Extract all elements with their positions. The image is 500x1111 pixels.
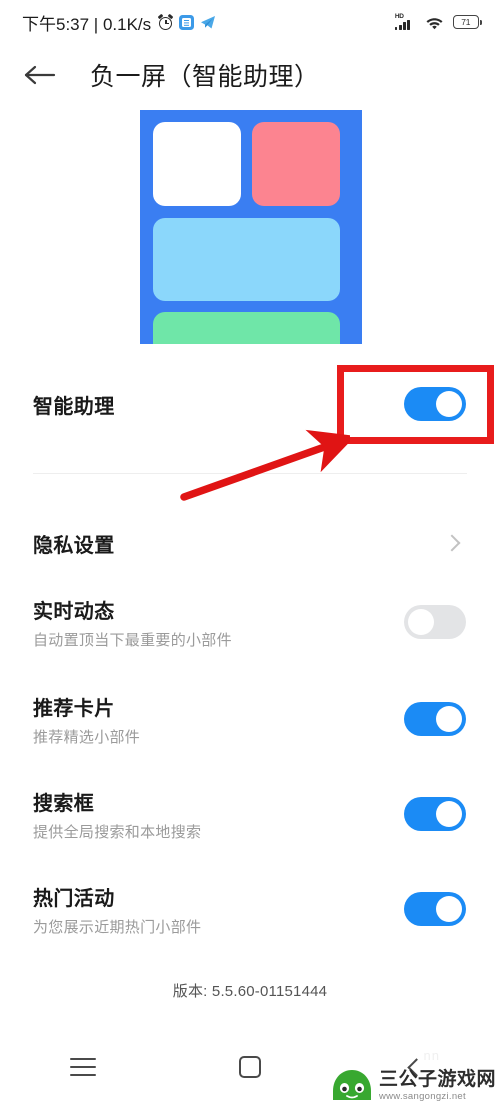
setting-row-hot-activities[interactable]: 热门活动 为您展示近期热门小部件 <box>0 880 500 938</box>
battery-icon: 71 <box>452 15 482 29</box>
version-label: 版本: 5.5.60-01151444 <box>172 983 328 1000</box>
setting-row-search-box[interactable]: 搜索框 提供全局搜索和本地搜索 <box>0 785 500 843</box>
setting-row-recommended-cards[interactable]: 推荐卡片 推荐精选小部件 <box>0 690 500 748</box>
toggle-hot-activities[interactable] <box>404 892 466 926</box>
setting-subtitle-hot-activities: 为您展示近期热门小部件 <box>33 918 202 936</box>
setting-row-search-box-texts: 搜索框 提供全局搜索和本地搜索 <box>33 787 201 842</box>
setting-title-privacy: 隐私设置 <box>33 534 115 557</box>
setting-row-master[interactable]: 智能助理 <box>0 380 500 428</box>
setting-title-master: 智能助理 <box>33 395 115 418</box>
chevron-right-icon <box>443 534 461 552</box>
status-time: 下午5:37 | 0.1K/s <box>22 14 152 34</box>
setting-title-recommended-cards: 推荐卡片 <box>33 697 115 720</box>
setting-row-privacy-texts: 隐私设置 <box>33 529 115 558</box>
preview-card-green <box>153 312 340 344</box>
setting-row-live-widgets-texts: 实时动态 自动置顶当下最重要的小部件 <box>33 595 232 650</box>
menu-icon[interactable] <box>43 1037 123 1097</box>
mail-app-icon <box>179 14 195 30</box>
assistant-preview-illustration <box>140 110 362 344</box>
toggle-search-box[interactable] <box>404 797 466 831</box>
toggle-live-widgets[interactable] <box>404 605 466 639</box>
back-chevron-icon[interactable] <box>377 1037 457 1097</box>
setting-row-recommended-cards-texts: 推荐卡片 推荐精选小部件 <box>33 692 140 747</box>
setting-title-hot-activities: 热门活动 <box>33 887 115 910</box>
divider <box>33 473 467 474</box>
system-navigation-bar <box>0 1023 500 1111</box>
status-bar-right: HD 71 <box>394 13 482 31</box>
back-arrow-icon[interactable] <box>12 47 68 103</box>
toggle-smart-assistant[interactable] <box>404 387 466 421</box>
status-bar-left: 下午5:37 | 0.1K/s <box>22 10 216 35</box>
preview-card-white <box>153 122 241 206</box>
setting-row-privacy[interactable]: 隐私设置 <box>0 520 500 566</box>
home-square-icon[interactable] <box>210 1037 290 1097</box>
setting-subtitle-search-box: 提供全局搜索和本地搜索 <box>33 823 202 841</box>
setting-row-master-texts: 智能助理 <box>33 390 115 419</box>
status-bar: 下午5:37 | 0.1K/s HD 71 <box>0 0 500 44</box>
cellular-signal-icon: HD <box>394 13 416 31</box>
wifi-icon <box>425 15 444 30</box>
page-title: 负一屏（智能助理） <box>90 63 320 91</box>
setting-row-hot-activities-texts: 热门活动 为您展示近期热门小部件 <box>33 882 201 937</box>
setting-row-live-widgets[interactable]: 实时动态 自动置顶当下最重要的小部件 <box>0 593 500 651</box>
watermark-ghost-mark: nn <box>423 1048 440 1063</box>
battery-level: 71 <box>461 17 471 27</box>
alarm-clock-icon <box>157 13 174 30</box>
setting-title-search-box: 搜索框 <box>33 792 95 815</box>
setting-subtitle-live-widgets: 自动置顶当下最重要的小部件 <box>33 631 232 649</box>
telegram-app-icon <box>200 15 216 30</box>
toggle-recommended-cards[interactable] <box>404 702 466 736</box>
page-header: 负一屏（智能助理） <box>0 44 500 106</box>
preview-card-blue <box>153 218 340 301</box>
pointer-arrow-to-master-toggle <box>170 425 356 510</box>
preview-card-pink <box>252 122 340 206</box>
setting-subtitle-recommended-cards: 推荐精选小部件 <box>33 728 141 746</box>
setting-title-live-widgets: 实时动态 <box>33 600 115 623</box>
